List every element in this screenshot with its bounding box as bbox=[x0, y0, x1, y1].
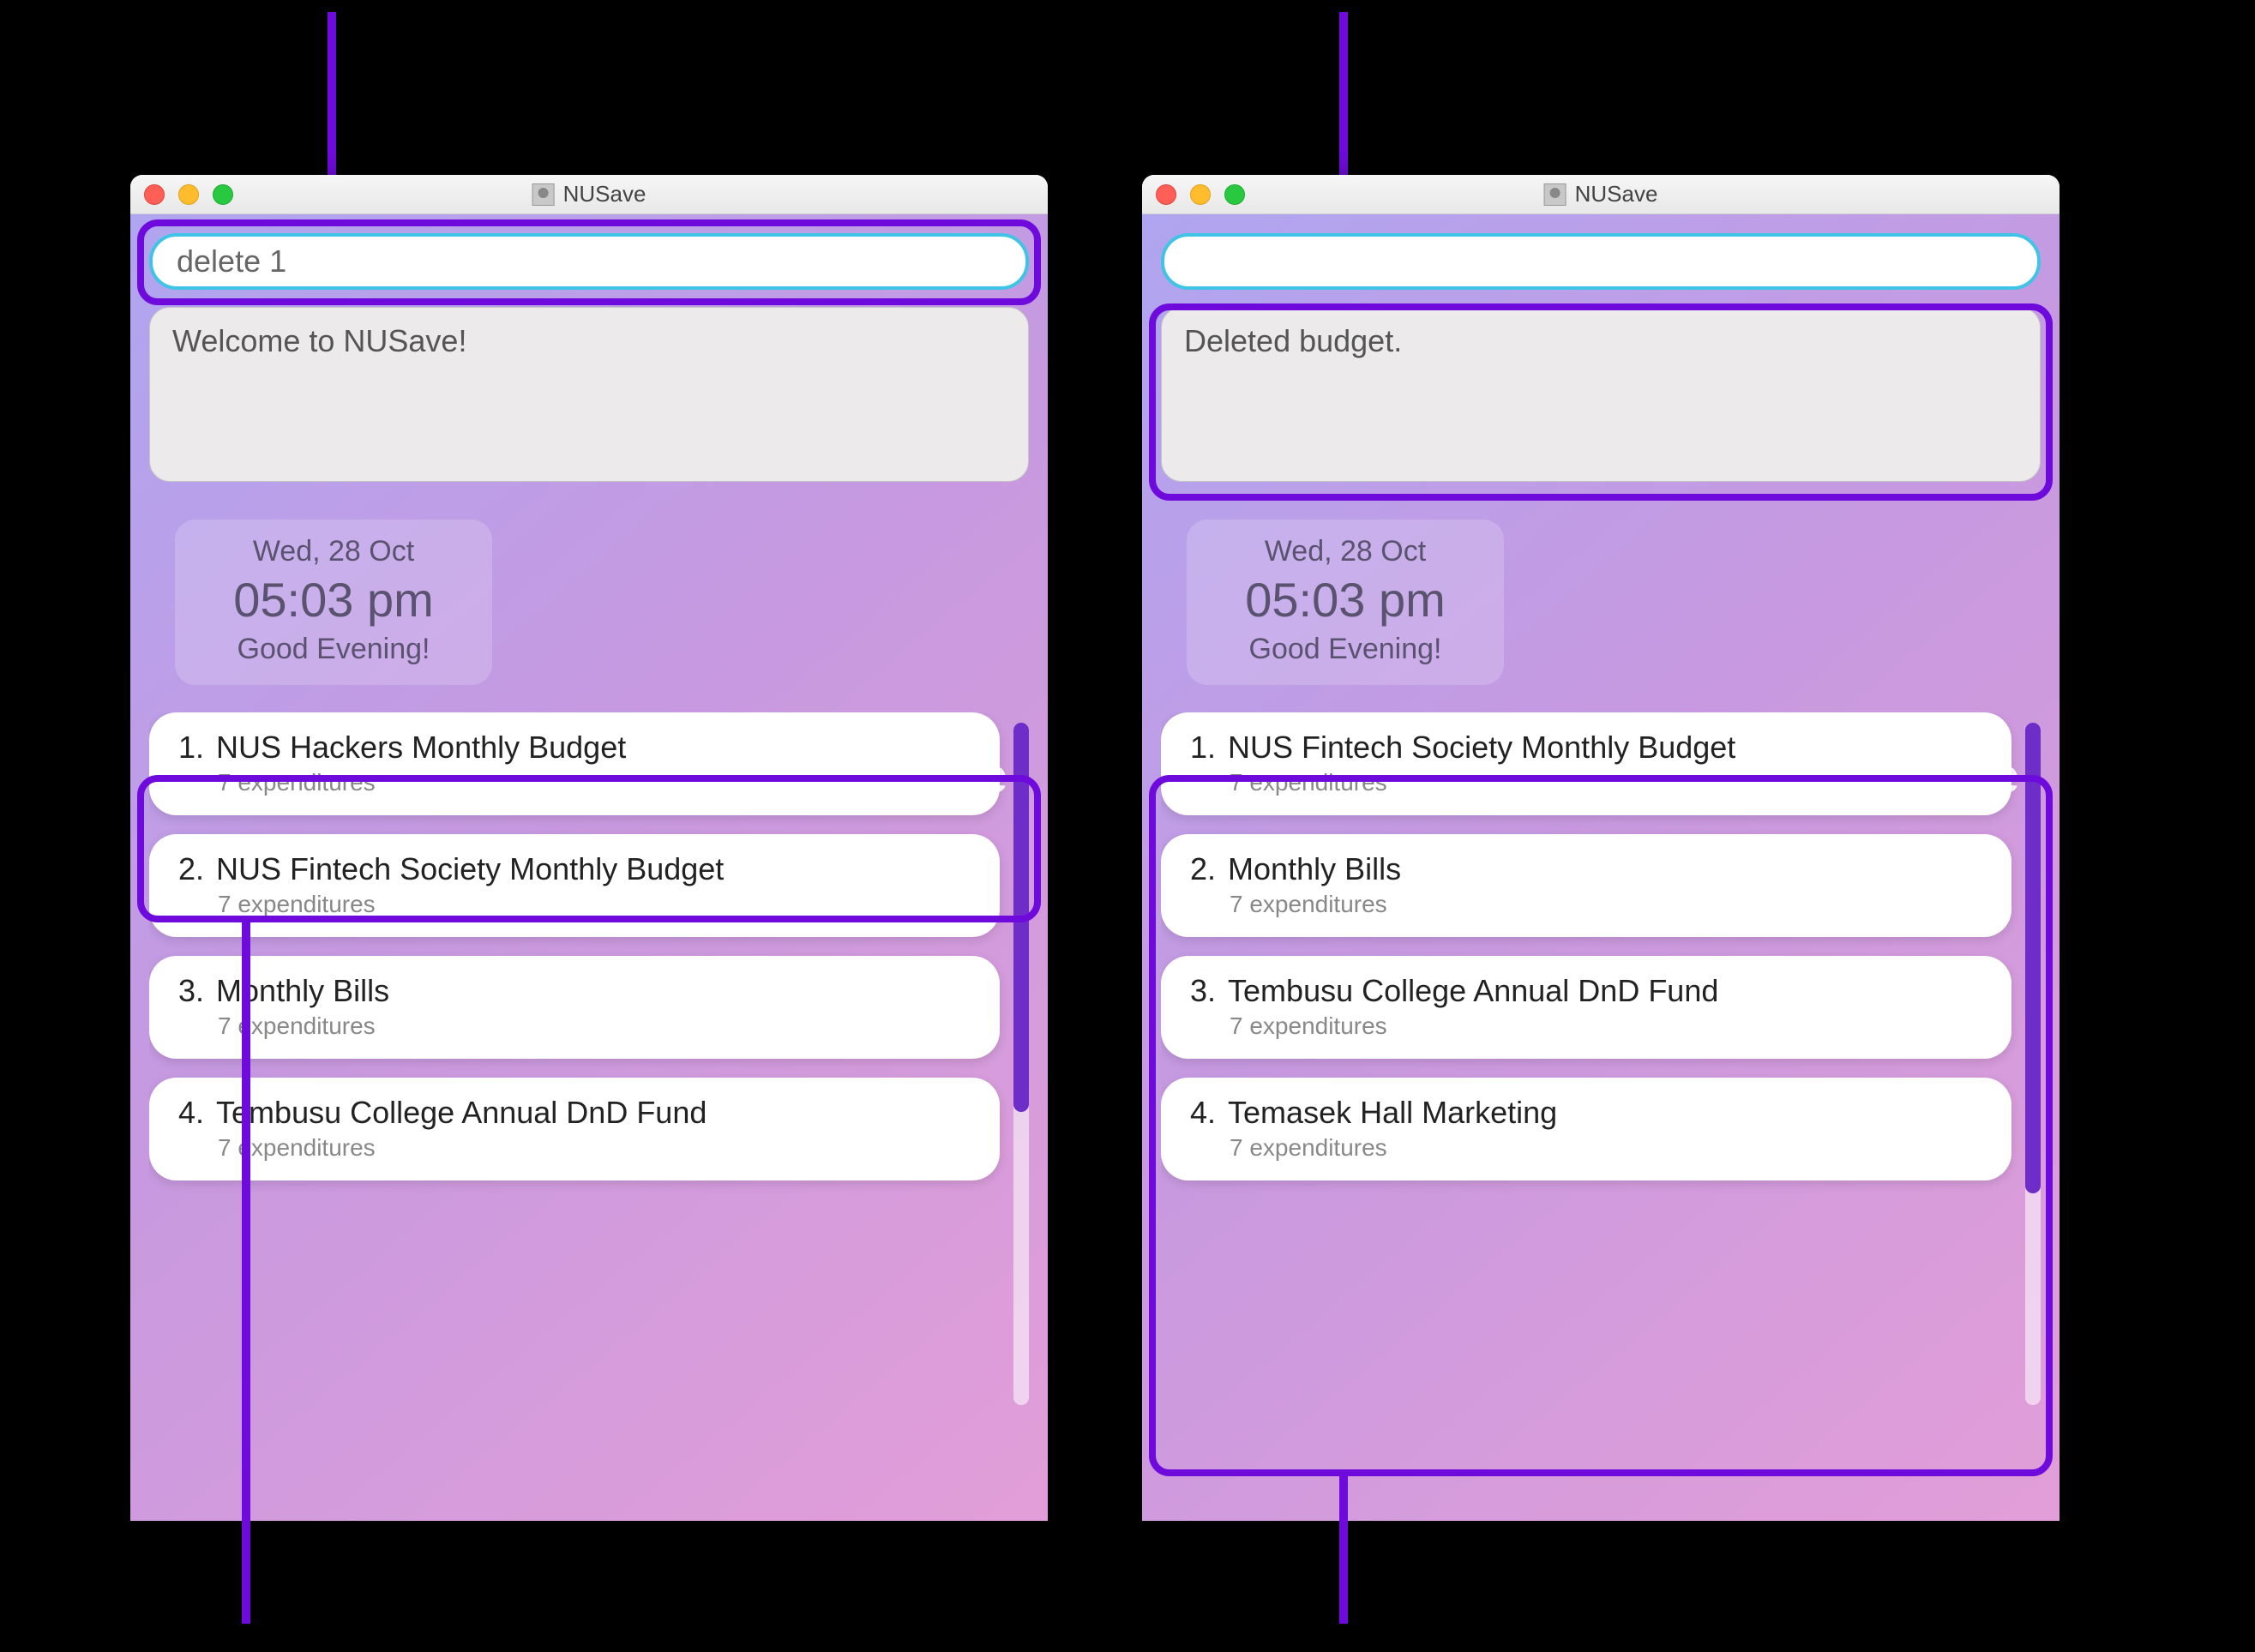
budget-title: NUS Fintech Society Monthly Budget bbox=[1228, 730, 1735, 766]
budget-item[interactable]: 4. Temasek Hall Marketing 7 expenditures bbox=[1161, 1078, 2011, 1180]
budget-list-scroll[interactable]: 1. NUS Fintech Society Monthly Budget 7 … bbox=[1161, 712, 2041, 1415]
command-input[interactable] bbox=[1161, 233, 2041, 290]
budget-index: 4. bbox=[178, 1095, 204, 1131]
traffic-lights bbox=[144, 184, 233, 205]
budget-index: 2. bbox=[1190, 851, 1216, 887]
maximize-icon[interactable] bbox=[213, 184, 233, 205]
budget-item[interactable]: 3. Monthly Bills 7 expenditures bbox=[149, 956, 1000, 1059]
budget-index: 1. bbox=[1190, 730, 1216, 766]
budget-index: 3. bbox=[1190, 973, 1216, 1009]
clock-date: Wed, 28 Oct bbox=[175, 535, 492, 568]
budget-title: NUS Fintech Society Monthly Budget bbox=[216, 851, 724, 887]
budget-subtitle: 7 expenditures bbox=[218, 1012, 971, 1040]
app-icon bbox=[532, 183, 555, 206]
budget-title: NUS Hackers Monthly Budget bbox=[216, 730, 626, 766]
close-icon[interactable] bbox=[144, 184, 165, 205]
budget-index: 2. bbox=[178, 851, 204, 887]
app-body: Welcome to NUSave! Wed, 28 Oct 05:03 pm … bbox=[130, 214, 1048, 1521]
budget-subtitle: 7 expenditures bbox=[218, 769, 971, 796]
budget-list-scroll[interactable]: 1. NUS Hackers Monthly Budget 7 expendit… bbox=[149, 712, 1029, 1415]
message-area: Deleted budget. bbox=[1161, 307, 2041, 482]
message-area: Welcome to NUSave! bbox=[149, 307, 1029, 482]
app-window-after: NUSave Deleted budget. Wed, 28 Oct 05:03… bbox=[1142, 175, 2060, 1521]
budget-title: Tembusu College Annual DnD Fund bbox=[216, 1095, 707, 1131]
budget-list: 1. NUS Hackers Monthly Budget 7 expendit… bbox=[149, 712, 1029, 1415]
command-input[interactable] bbox=[149, 233, 1029, 290]
window-title: NUSave bbox=[532, 181, 646, 207]
scrollbar-thumb[interactable] bbox=[2025, 723, 2041, 1193]
message-text: Welcome to NUSave! bbox=[172, 323, 466, 358]
clock-greeting: Good Evening! bbox=[1187, 633, 1504, 666]
traffic-lights bbox=[1156, 184, 1245, 205]
clock-time: 05:03 pm bbox=[175, 572, 492, 628]
clock-card: Wed, 28 Oct 05:03 pm Good Evening! bbox=[1187, 520, 1504, 685]
maximize-icon[interactable] bbox=[1224, 184, 1245, 205]
clock-date: Wed, 28 Oct bbox=[1187, 535, 1504, 568]
app-icon bbox=[1544, 183, 1566, 206]
clock-time: 05:03 pm bbox=[1187, 572, 1504, 628]
minimize-icon[interactable] bbox=[178, 184, 199, 205]
window-title: NUSave bbox=[1544, 181, 1658, 207]
budget-item[interactable]: 2. Monthly Bills 7 expenditures bbox=[1161, 834, 2011, 937]
budget-title: Tembusu College Annual DnD Fund bbox=[1228, 973, 1718, 1009]
budget-index: 3. bbox=[178, 973, 204, 1009]
budget-item[interactable]: 4. Tembusu College Annual DnD Fund 7 exp… bbox=[149, 1078, 1000, 1180]
budget-title: Monthly Bills bbox=[216, 973, 389, 1009]
budget-item[interactable]: 1. NUS Fintech Society Monthly Budget 7 … bbox=[1161, 712, 2011, 815]
budget-index: 1. bbox=[178, 730, 204, 766]
budget-subtitle: 7 expenditures bbox=[218, 891, 971, 918]
clock-greeting: Good Evening! bbox=[175, 633, 492, 666]
budget-index: 4. bbox=[1190, 1095, 1216, 1131]
budget-item[interactable]: 2. NUS Fintech Society Monthly Budget 7 … bbox=[149, 834, 1000, 937]
budget-item[interactable]: 1. NUS Hackers Monthly Budget 7 expendit… bbox=[149, 712, 1000, 815]
close-icon[interactable] bbox=[1156, 184, 1176, 205]
titlebar: NUSave bbox=[1142, 175, 2060, 214]
scrollbar-track[interactable] bbox=[1013, 723, 1029, 1405]
scrollbar-thumb[interactable] bbox=[1013, 723, 1029, 1112]
budget-subtitle: 7 expenditures bbox=[1230, 891, 1982, 918]
budget-title: Monthly Bills bbox=[1228, 851, 1401, 887]
budget-subtitle: 7 expenditures bbox=[218, 1134, 971, 1162]
clock-card: Wed, 28 Oct 05:03 pm Good Evening! bbox=[175, 520, 492, 685]
budget-list: 1. NUS Fintech Society Monthly Budget 7 … bbox=[1161, 712, 2041, 1415]
app-body: Deleted budget. Wed, 28 Oct 05:03 pm Goo… bbox=[1142, 214, 2060, 1521]
budget-item[interactable]: 3. Tembusu College Annual DnD Fund 7 exp… bbox=[1161, 956, 2011, 1059]
minimize-icon[interactable] bbox=[1190, 184, 1211, 205]
window-title-text: NUSave bbox=[1575, 181, 1658, 207]
titlebar: NUSave bbox=[130, 175, 1048, 214]
window-title-text: NUSave bbox=[563, 181, 646, 207]
budget-subtitle: 7 expenditures bbox=[1230, 1134, 1982, 1162]
budget-subtitle: 7 expenditures bbox=[1230, 1012, 1982, 1040]
message-text: Deleted budget. bbox=[1184, 323, 1402, 358]
budget-subtitle: 7 expenditures bbox=[1230, 769, 1982, 796]
budget-title: Temasek Hall Marketing bbox=[1228, 1095, 1557, 1131]
scrollbar-track[interactable] bbox=[2025, 723, 2041, 1405]
app-window-before: NUSave Welcome to NUSave! Wed, 28 Oct 05… bbox=[130, 175, 1048, 1521]
annotation-line-top-left bbox=[328, 12, 336, 177]
